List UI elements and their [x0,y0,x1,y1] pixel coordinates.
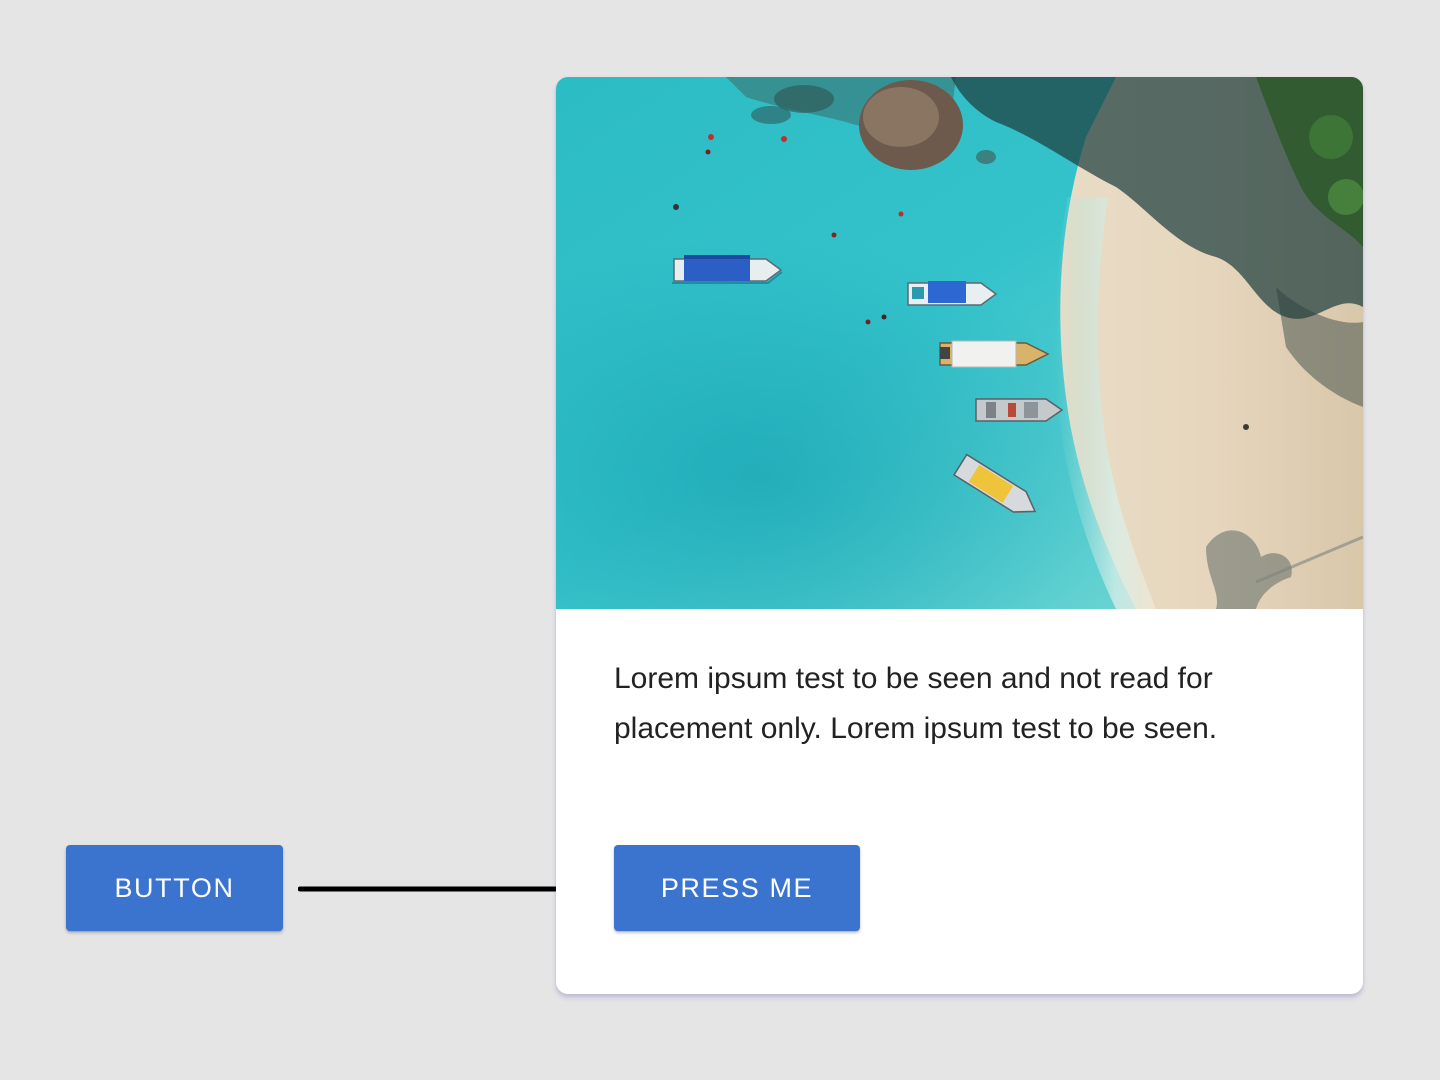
content-card: Lorem ipsum test to be seen and not read… [556,77,1363,994]
card-body-text: Lorem ipsum test to be seen and not read… [614,662,1218,745]
standalone-button[interactable]: BUTTON [66,845,283,931]
arrow-right-icon [298,864,594,914]
press-me-button[interactable]: PRESS ME [614,845,860,931]
beach-photo [556,77,1363,609]
